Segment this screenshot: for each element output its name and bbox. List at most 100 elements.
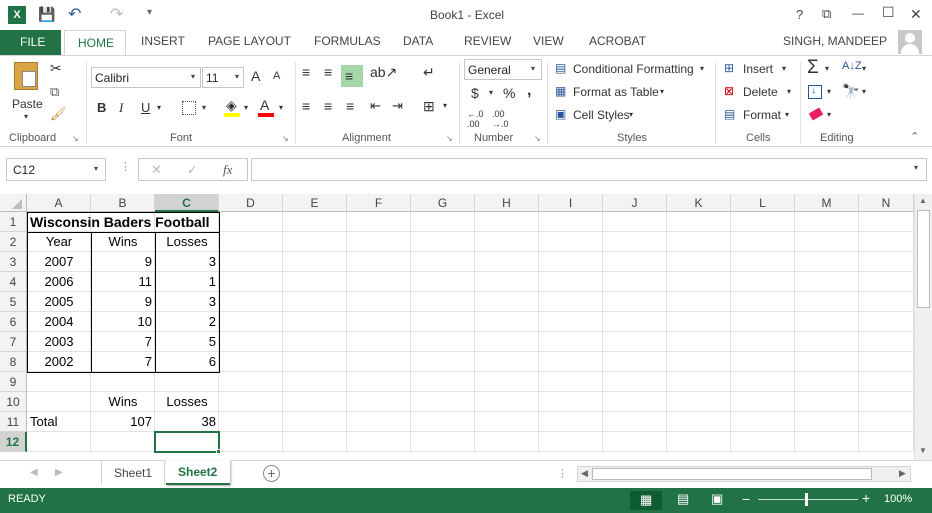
bold-button[interactable]: B <box>97 100 106 115</box>
cell[interactable] <box>795 252 859 272</box>
autosum-icon[interactable]: Σ <box>807 57 819 79</box>
clipboard-launcher-icon[interactable]: ↘ <box>72 134 79 143</box>
column-header-h[interactable]: H <box>475 194 539 212</box>
wins-cell[interactable]: 9 <box>91 292 155 312</box>
table-title[interactable]: Wisconsin Baders Football <box>27 212 219 232</box>
tab-page-layout[interactable]: PAGE LAYOUT <box>208 34 291 48</box>
horizontal-scroll-thumb[interactable] <box>592 468 872 480</box>
year-cell[interactable]: 2006 <box>27 272 91 292</box>
zoom-level[interactable]: 100% <box>884 493 912 505</box>
cell[interactable] <box>795 292 859 312</box>
conditional-formatting-button[interactable]: Conditional Formatting <box>573 62 694 76</box>
cell[interactable] <box>603 232 667 252</box>
summary-header-losses[interactable]: Losses <box>155 392 219 412</box>
sort-dropdown-icon[interactable]: ▾ <box>862 64 866 73</box>
wins-cell[interactable]: 7 <box>91 332 155 352</box>
align-right-icon[interactable]: ≡ <box>346 98 354 114</box>
expand-formula-icon[interactable]: ▾ <box>914 163 918 172</box>
sheet-tab-sheet2[interactable]: Sheet2 <box>166 460 230 485</box>
losses-cell[interactable]: 6 <box>155 352 219 372</box>
cell[interactable] <box>731 212 795 232</box>
borders-icon[interactable] <box>182 101 196 115</box>
cell[interactable] <box>859 352 914 372</box>
insert-function-icon[interactable]: fx <box>223 162 232 178</box>
column-header-b[interactable]: B <box>91 194 155 212</box>
cell[interactable] <box>155 432 219 452</box>
row-header-12[interactable]: 12 <box>0 432 27 452</box>
tab-acrobat[interactable]: ACROBAT <box>589 34 646 48</box>
cell[interactable] <box>347 212 411 232</box>
tab-split-icon[interactable]: ⋮ <box>557 467 568 480</box>
column-header-d[interactable]: D <box>219 194 283 212</box>
top-align-icon[interactable]: ≡ <box>302 64 310 80</box>
bottom-align-icon[interactable]: ≡ <box>341 65 363 87</box>
align-left-icon[interactable]: ≡ <box>302 98 310 114</box>
cell[interactable] <box>283 272 347 292</box>
column-header-a[interactable]: A <box>27 194 91 212</box>
cell[interactable] <box>347 412 411 432</box>
row-header-8[interactable]: 8 <box>0 352 27 372</box>
cell[interactable] <box>475 232 539 252</box>
row-header-2[interactable]: 2 <box>0 232 27 252</box>
cell[interactable] <box>411 432 475 452</box>
cell[interactable] <box>411 412 475 432</box>
cell[interactable] <box>475 432 539 452</box>
cell[interactable] <box>795 212 859 232</box>
font-size-select[interactable]: 11 ▾ <box>202 67 244 88</box>
clear-icon[interactable] <box>808 107 824 121</box>
cell[interactable] <box>411 232 475 252</box>
name-box[interactable]: C12 ▾ <box>6 158 106 181</box>
cell[interactable] <box>667 352 731 372</box>
cell[interactable] <box>603 212 667 232</box>
alignment-launcher-icon[interactable]: ↘ <box>446 134 453 143</box>
cell[interactable] <box>347 332 411 352</box>
cell[interactable] <box>539 372 603 392</box>
middle-align-icon[interactable]: ≡ <box>324 64 332 80</box>
tab-file[interactable]: FILE <box>0 30 61 55</box>
formula-input[interactable]: ▾ <box>251 158 927 181</box>
cell[interactable] <box>859 372 914 392</box>
copy-icon[interactable]: ⧉ <box>50 84 59 100</box>
total-losses[interactable]: 38 <box>155 412 219 432</box>
tab-data[interactable]: DATA <box>403 34 433 48</box>
cell[interactable] <box>283 332 347 352</box>
merge-dropdown-icon[interactable]: ▾ <box>443 101 447 110</box>
losses-cell[interactable]: 5 <box>155 332 219 352</box>
wins-cell[interactable]: 11 <box>91 272 155 292</box>
undo-icon[interactable]: ↶ <box>68 4 81 24</box>
cell[interactable] <box>475 292 539 312</box>
tab-formulas[interactable]: FORMULAS <box>314 34 381 48</box>
cell[interactable] <box>411 212 475 232</box>
fill-dropdown-icon[interactable]: ▾ <box>244 103 248 112</box>
conditional-dropdown-icon[interactable]: ▾ <box>700 64 704 73</box>
redo-icon[interactable]: ↷ <box>110 4 123 24</box>
row-header-9[interactable]: 9 <box>0 372 27 392</box>
header-year[interactable]: Year <box>27 232 91 252</box>
losses-cell[interactable]: 2 <box>155 312 219 332</box>
column-header-k[interactable]: K <box>667 194 731 212</box>
ribbon-display-icon[interactable]: ⧉ <box>822 6 831 22</box>
underline-button[interactable]: U <box>141 100 150 115</box>
summary-header-wins[interactable]: Wins <box>91 392 155 412</box>
row-header-1[interactable]: 1 <box>0 212 27 232</box>
cell[interactable] <box>219 312 283 332</box>
percent-button[interactable]: % <box>503 85 515 101</box>
select-all-corner[interactable] <box>0 194 27 212</box>
cell[interactable] <box>667 212 731 232</box>
cell[interactable] <box>219 212 283 232</box>
cell[interactable] <box>539 432 603 452</box>
cell[interactable] <box>731 232 795 252</box>
cell[interactable] <box>475 212 539 232</box>
minimize-icon[interactable]: — <box>852 6 864 20</box>
vertical-scroll-thumb[interactable] <box>917 210 930 308</box>
cell[interactable] <box>795 332 859 352</box>
insert-dropdown-icon[interactable]: ▾ <box>782 64 786 73</box>
increase-decimal-icon[interactable]: ←.0.00 <box>467 109 484 129</box>
column-header-g[interactable]: G <box>411 194 475 212</box>
cell[interactable] <box>859 212 914 232</box>
format-cells-button[interactable]: Format <box>743 108 781 122</box>
cell[interactable] <box>347 392 411 412</box>
cell[interactable] <box>603 392 667 412</box>
cell[interactable] <box>859 432 914 452</box>
format-painter-icon[interactable]: 🖌 <box>50 106 67 122</box>
